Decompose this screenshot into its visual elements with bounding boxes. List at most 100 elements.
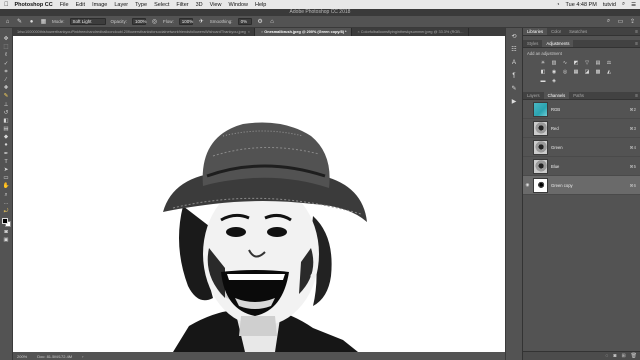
doc-tab-2[interactable]: × Onesmallbrush.jpeg @ 200% (Green copy/… [255, 28, 352, 36]
eraser-tool-icon[interactable]: ◧ [2, 118, 10, 125]
eye-icon[interactable]: ◉ [523, 182, 532, 188]
doc-tab-3[interactable]: × Colorfulballoonsflyingintheskysummer.j… [352, 28, 469, 36]
tab-channels[interactable]: Channels [543, 92, 570, 99]
document-canvas[interactable] [13, 36, 505, 352]
menu-list-icon[interactable]: ☰ [631, 2, 636, 8]
menu-select[interactable]: Select [154, 2, 169, 8]
panel-menu-icon[interactable]: ≡ [633, 92, 640, 99]
default-colors-icon[interactable]: ⤾ [2, 208, 10, 215]
levels-icon[interactable]: ▥ [550, 60, 558, 66]
crop-tool-icon[interactable]: ⌗ [2, 69, 10, 76]
hue-icon[interactable]: ▤ [594, 60, 602, 66]
search-icon[interactable]: ⌕ [605, 18, 612, 25]
clock[interactable]: Tue 4:48 PM [566, 2, 597, 8]
brush-settings-icon[interactable]: ▦ [40, 18, 47, 25]
curves-icon[interactable]: ∿ [561, 60, 569, 66]
close-icon[interactable]: × [261, 30, 263, 34]
color-swatches[interactable] [1, 218, 11, 228]
shape-tool-icon[interactable]: ▭ [2, 175, 10, 182]
history-brush-tool-icon[interactable]: ↺ [2, 110, 10, 117]
channel-row-green[interactable]: Green ⌘4 [523, 138, 640, 157]
search-icon[interactable]: ⌕ [622, 1, 625, 8]
smoothing-field[interactable]: 0% [237, 18, 252, 25]
trash-icon[interactable]: 🗑 [631, 353, 637, 359]
mode-select[interactable]: Soft Light [69, 18, 106, 25]
menu-view[interactable]: View [210, 2, 222, 8]
menu-filter[interactable]: Filter [176, 2, 188, 8]
menu-type[interactable]: Type [135, 2, 147, 8]
tab-adjustments[interactable]: Adjustments [542, 40, 574, 47]
app-menu[interactable]: Photoshop CC [15, 2, 53, 8]
color-balance-icon[interactable]: ⚖ [605, 60, 613, 66]
gradient-tool-icon[interactable]: ▤ [2, 126, 10, 133]
share-icon[interactable]: ⇪ [629, 18, 636, 25]
tab-paths[interactable]: Paths [569, 92, 588, 99]
properties-icon[interactable]: ☷ [510, 46, 518, 54]
load-selection-icon[interactable]: ◌ [605, 353, 608, 359]
invert-icon[interactable]: ◪ [583, 69, 591, 75]
quick-select-tool-icon[interactable]: ✓ [2, 61, 10, 68]
healing-tool-icon[interactable]: ✚ [2, 85, 10, 92]
new-channel-icon[interactable]: ⊞ [621, 353, 625, 359]
flow-field[interactable]: 100% [178, 18, 193, 25]
user-name[interactable]: tutvid [603, 2, 616, 8]
brush-settings-icon[interactable]: ✎ [510, 85, 518, 93]
tab-libraries[interactable]: Libraries [523, 28, 548, 35]
menu-image[interactable]: Image [92, 2, 107, 8]
doc-size[interactable]: Doc: 81.5M/172.4M [37, 354, 72, 359]
blur-tool-icon[interactable]: ◆ [2, 134, 10, 141]
channel-row-blue[interactable]: Blue ⌘5 [523, 157, 640, 176]
menu-help[interactable]: Help [255, 2, 266, 8]
vibrance-icon[interactable]: ▽ [583, 60, 591, 66]
apple-icon[interactable]:  [4, 2, 9, 8]
panel-menu-icon[interactable]: ≡ [633, 40, 640, 47]
move-tool-icon[interactable]: ✥ [2, 36, 10, 43]
zoom-tool-icon[interactable]: ⌕ [2, 192, 10, 199]
more-tools-icon[interactable]: … [2, 200, 10, 207]
save-selection-icon[interactable]: ◙ [613, 353, 616, 359]
gradient-map-icon[interactable]: ▬ [539, 78, 547, 84]
threshold-icon[interactable]: ◭ [605, 69, 613, 75]
hand-tool-icon[interactable]: ✋ [2, 183, 10, 190]
channel-row-rgb[interactable]: RGB ⌘2 [523, 100, 640, 119]
home-icon[interactable]: ⌂ [4, 18, 11, 25]
menu-window[interactable]: Window [228, 2, 248, 8]
close-icon[interactable]: × [358, 30, 360, 34]
workspace-icon[interactable]: ▭ [617, 18, 624, 25]
menu-layer[interactable]: Layer [114, 2, 128, 8]
channel-row-red[interactable]: Red ⌘3 [523, 119, 640, 138]
character-icon[interactable]: A [510, 59, 518, 67]
quick-mask-icon[interactable]: ◙ [2, 229, 10, 236]
zoom-level[interactable]: 200% [17, 354, 27, 359]
stamp-tool-icon[interactable]: ⊥ [2, 102, 10, 109]
history-icon[interactable]: ⟲ [510, 33, 518, 41]
tab-swatches[interactable]: Swatches [565, 28, 591, 35]
paragraph-icon[interactable]: ¶ [510, 72, 518, 80]
bw-icon[interactable]: ◧ [539, 69, 547, 75]
lasso-tool-icon[interactable]: ℓ [2, 52, 10, 59]
menu-edit[interactable]: Edit [76, 2, 85, 8]
tab-layers[interactable]: Layers [523, 92, 544, 99]
photo-filter-icon[interactable]: ◉ [550, 69, 558, 75]
foreground-color-swatch[interactable] [1, 218, 8, 225]
dodge-tool-icon[interactable]: ● [2, 142, 10, 149]
symmetry-icon[interactable]: ⌂ [269, 18, 276, 25]
brush-tool-icon[interactable]: ✎ [16, 18, 23, 25]
eyedropper-tool-icon[interactable]: ⁄ [2, 77, 10, 84]
type-tool-icon[interactable]: T [2, 159, 10, 166]
panel-menu-icon[interactable]: ≡ [633, 28, 640, 35]
brightness-icon[interactable]: ☀ [539, 60, 547, 66]
pen-tool-icon[interactable]: ✒ [2, 151, 10, 158]
wifi-icon[interactable]: ◔ [556, 2, 559, 8]
close-icon[interactable]: × [248, 30, 250, 34]
marquee-tool-icon[interactable]: ⬚ [2, 44, 10, 51]
channel-row-green-copy[interactable]: ◉ Green copy ⌘6 [523, 176, 640, 195]
menu-file[interactable]: File [60, 2, 69, 8]
tab-color[interactable]: Color [547, 28, 565, 35]
pressure-opacity-icon[interactable]: ◎ [151, 18, 158, 25]
color-lookup-icon[interactable]: ▦ [572, 69, 580, 75]
screen-mode-icon[interactable]: ▣ [2, 237, 10, 244]
channel-mixer-icon[interactable]: ◎ [561, 69, 569, 75]
doc-tab-1[interactable]: 1rlsc1000000thishowerthankyouPinkfreecha… [13, 28, 256, 36]
brush-size-icon[interactable]: ● [28, 18, 35, 25]
